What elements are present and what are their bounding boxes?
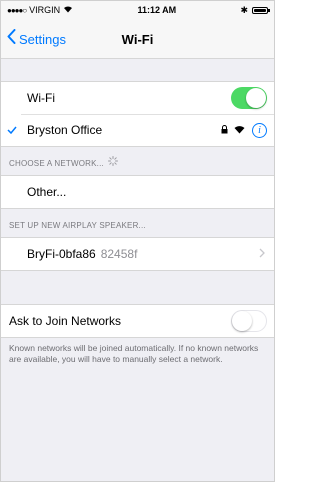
toggle-knob xyxy=(246,88,266,108)
networks-group: Other... xyxy=(1,175,274,209)
other-network-row[interactable]: Other... xyxy=(1,176,274,208)
wifi-signal-icon xyxy=(234,123,245,137)
back-button-label: Settings xyxy=(19,31,66,47)
airplay-speaker-id: 82458f xyxy=(100,247,138,261)
wifi-group: Wi-Fi Bryston Office i xyxy=(1,81,274,147)
airplay-speaker-name: BryFi-0bfa86 xyxy=(27,247,96,261)
loading-spinner-icon xyxy=(107,156,118,168)
ask-to-join-group: Ask to Join Networks xyxy=(1,304,274,338)
other-network-label: Other... xyxy=(27,185,67,199)
phone-screen: ●●●●○ VIRGIN 11:12 AM ✱ Settings Wi-Fi W… xyxy=(0,0,275,482)
chevron-left-icon xyxy=(7,29,16,47)
airplay-header: SET UP NEW AIRPLAY SPEAKER... xyxy=(1,209,274,237)
wifi-toggle-row: Wi-Fi xyxy=(1,82,274,114)
airplay-header-label: SET UP NEW AIRPLAY SPEAKER... xyxy=(9,221,146,230)
signal-strength-icon: ●●●●○ xyxy=(7,5,27,15)
ask-to-join-description: Known networks will be joined automatica… xyxy=(9,343,259,364)
ask-to-join-label: Ask to Join Networks xyxy=(9,314,122,328)
back-button[interactable]: Settings xyxy=(7,19,66,59)
chevron-right-icon xyxy=(259,247,265,261)
checkmark-icon xyxy=(7,126,27,134)
info-icon[interactable]: i xyxy=(252,122,267,138)
status-left: ●●●●○ VIRGIN xyxy=(7,5,73,15)
battery-icon xyxy=(251,6,270,14)
connected-network-row[interactable]: Bryston Office i xyxy=(1,114,274,146)
ask-to-join-row: Ask to Join Networks xyxy=(1,305,274,337)
ask-to-join-toggle[interactable] xyxy=(231,310,267,332)
wifi-status-icon xyxy=(63,5,73,15)
wifi-label: Wi-Fi xyxy=(27,91,55,105)
connected-network-name: Bryston Office xyxy=(27,123,103,137)
status-right: ✱ xyxy=(240,4,270,16)
airplay-group: BryFi-0bfa86 82458f xyxy=(1,237,274,271)
choose-network-header-label: CHOOSE A NETWORK... xyxy=(9,159,104,168)
airplay-speaker-row[interactable]: BryFi-0bfa86 82458f xyxy=(1,238,274,270)
wifi-toggle[interactable] xyxy=(231,87,267,109)
navigation-bar: Settings Wi-Fi xyxy=(1,19,274,59)
toggle-knob xyxy=(232,311,252,331)
status-time: 11:12 AM xyxy=(137,5,177,15)
carrier-name: VIRGIN xyxy=(29,5,61,15)
lock-icon xyxy=(221,123,228,137)
choose-network-header: CHOOSE A NETWORK... xyxy=(1,147,274,175)
bluetooth-icon: ✱ xyxy=(240,4,248,15)
status-bar: ●●●●○ VIRGIN 11:12 AM ✱ xyxy=(1,1,274,19)
